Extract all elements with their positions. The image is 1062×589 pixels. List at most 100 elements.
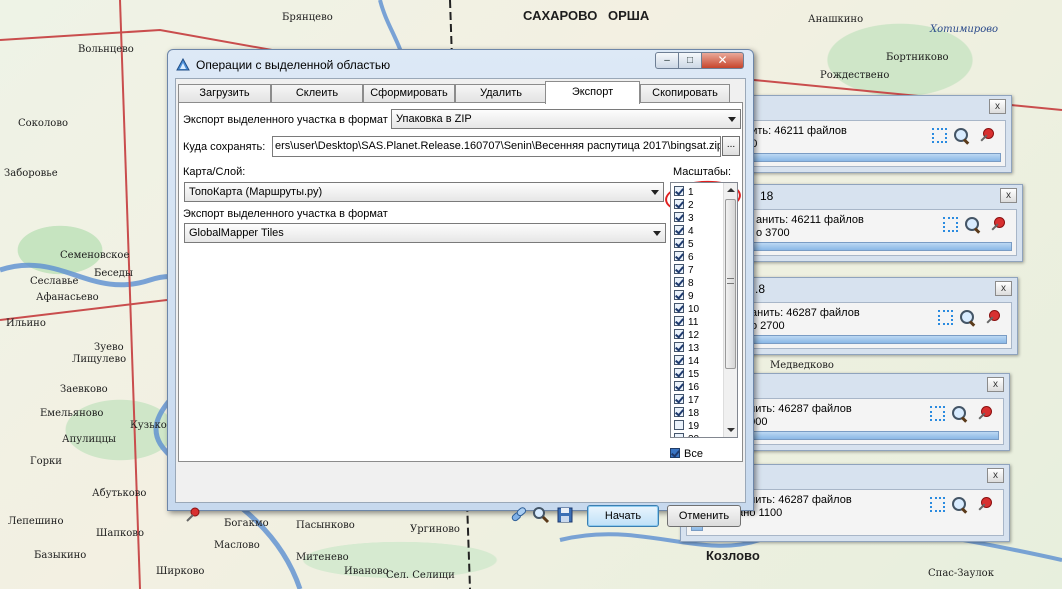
scale-item[interactable]: 5 bbox=[674, 238, 694, 251]
pin-icon[interactable] bbox=[975, 405, 993, 423]
checkbox-icon[interactable] bbox=[674, 407, 684, 417]
progress-close-button[interactable]: x bbox=[987, 468, 1004, 483]
checkbox-icon[interactable] bbox=[674, 420, 684, 430]
scale-item[interactable]: 15 bbox=[674, 368, 699, 381]
scroll-down-icon[interactable] bbox=[727, 428, 735, 432]
checkbox-icon[interactable] bbox=[674, 381, 684, 391]
dialog-titlebar[interactable]: Операции с выделенной областью – □ ✕ bbox=[168, 50, 753, 78]
progress-close-button[interactable]: x bbox=[1000, 188, 1017, 203]
checkbox-icon[interactable] bbox=[674, 199, 684, 209]
tab-generate[interactable]: Сформировать bbox=[363, 84, 455, 103]
map-label: Шапково bbox=[96, 528, 144, 539]
scale-item[interactable]: 14 bbox=[674, 355, 699, 368]
checkbox-icon[interactable] bbox=[674, 433, 684, 437]
checkbox-icon[interactable] bbox=[674, 290, 684, 300]
tab-copy[interactable]: Скопировать bbox=[640, 84, 730, 103]
zoom-icon[interactable] bbox=[532, 506, 550, 524]
scale-item[interactable]: 10 bbox=[674, 303, 699, 316]
tab-stitch[interactable]: Склеить bbox=[271, 84, 363, 103]
pin-icon[interactable] bbox=[983, 309, 1001, 327]
select-all-checkbox[interactable]: Все bbox=[670, 448, 703, 460]
selection-operations-dialog[interactable]: Операции с выделенной областью – □ ✕ Заг… bbox=[167, 49, 754, 527]
scale-label: 17 bbox=[688, 395, 700, 406]
scale-item[interactable]: 6 bbox=[674, 251, 694, 264]
scale-item[interactable]: 12 bbox=[674, 329, 699, 342]
scroll-up-icon[interactable] bbox=[727, 188, 735, 192]
checkbox-icon[interactable] bbox=[674, 277, 684, 287]
checkbox-icon[interactable] bbox=[674, 225, 684, 235]
checkbox-icon[interactable] bbox=[674, 355, 684, 365]
scale-item[interactable]: 20 bbox=[674, 433, 699, 437]
checkbox-icon[interactable] bbox=[674, 212, 684, 222]
checkbox-icon[interactable] bbox=[674, 303, 684, 313]
tab-export[interactable]: Экспорт bbox=[545, 81, 640, 104]
pin-icon[interactable] bbox=[975, 496, 993, 514]
scale-label: 3 bbox=[688, 213, 694, 224]
save-path-value: ers\user\Desktop\SAS.Planet.Release.1607… bbox=[275, 140, 721, 152]
map-label: Пасынково bbox=[296, 520, 355, 531]
map-label: Рождествено bbox=[820, 70, 890, 81]
scroll-thumb[interactable] bbox=[725, 199, 736, 369]
export-format-select[interactable]: Упаковка в ZIP bbox=[391, 109, 741, 129]
inner-format-select[interactable]: GlobalMapper Tiles bbox=[184, 223, 666, 243]
scale-item[interactable]: 2 bbox=[674, 199, 694, 212]
checkbox-icon[interactable] bbox=[674, 316, 684, 326]
pin-icon[interactable] bbox=[184, 506, 202, 524]
map-layer-select[interactable]: ТопоКарта (Маршруты.ру) bbox=[184, 182, 664, 202]
checkbox-icon[interactable] bbox=[670, 448, 680, 458]
scale-item[interactable]: 3 bbox=[674, 212, 694, 225]
cancel-button[interactable]: Отменить bbox=[667, 505, 741, 527]
scale-item[interactable]: 19 bbox=[674, 420, 699, 433]
select-area-icon[interactable] bbox=[930, 497, 945, 512]
chevron-down-icon bbox=[651, 190, 659, 195]
link-icon[interactable] bbox=[510, 506, 528, 524]
checkbox-icon[interactable] bbox=[674, 264, 684, 274]
scale-item[interactable]: 1 bbox=[674, 186, 694, 199]
select-area-icon[interactable] bbox=[943, 217, 958, 232]
checkbox-icon[interactable] bbox=[674, 329, 684, 339]
save-icon[interactable] bbox=[556, 506, 574, 524]
scale-item[interactable]: 17 bbox=[674, 394, 699, 407]
tab-download[interactable]: Загрузить bbox=[178, 84, 271, 103]
pin-icon[interactable] bbox=[988, 216, 1006, 234]
maximize-button[interactable]: □ bbox=[678, 52, 702, 69]
zoom-icon[interactable] bbox=[951, 496, 969, 514]
scale-item[interactable]: 13 bbox=[674, 342, 699, 355]
scales-scrollbar[interactable] bbox=[723, 183, 737, 437]
zoom-icon[interactable] bbox=[959, 309, 977, 327]
checkbox-icon[interactable] bbox=[674, 238, 684, 248]
checkbox-icon[interactable] bbox=[674, 186, 684, 196]
progress-close-button[interactable]: x bbox=[987, 377, 1004, 392]
scale-item[interactable]: 18 bbox=[674, 407, 699, 420]
tab-delete[interactable]: Удалить bbox=[455, 84, 547, 103]
pin-icon[interactable] bbox=[977, 127, 995, 145]
start-button[interactable]: Начать bbox=[587, 505, 659, 527]
checkbox-icon[interactable] bbox=[674, 368, 684, 378]
scale-item[interactable]: 9 bbox=[674, 290, 694, 303]
zoom-icon[interactable] bbox=[953, 127, 971, 145]
select-area-icon[interactable] bbox=[930, 406, 945, 421]
scale-item[interactable]: 8 bbox=[674, 277, 694, 290]
progress-title-fragment: .8 bbox=[755, 282, 766, 296]
scale-item[interactable]: 7 bbox=[674, 264, 694, 277]
progress-close-button[interactable]: x bbox=[989, 99, 1006, 114]
checkbox-icon[interactable] bbox=[674, 342, 684, 352]
minimize-button[interactable]: – bbox=[655, 52, 679, 69]
close-button[interactable]: ✕ bbox=[701, 52, 744, 69]
progress-close-button[interactable]: x bbox=[995, 281, 1012, 296]
save-path-input[interactable]: ers\user\Desktop\SAS.Planet.Release.1607… bbox=[272, 136, 721, 157]
map-label: Богакмо bbox=[224, 518, 269, 529]
select-area-icon[interactable] bbox=[938, 310, 953, 325]
checkbox-icon[interactable] bbox=[674, 251, 684, 261]
checkbox-icon[interactable] bbox=[674, 394, 684, 404]
scale-item[interactable]: 11 bbox=[674, 316, 698, 329]
zoom-icon[interactable] bbox=[964, 216, 982, 234]
browse-button[interactable]: ... bbox=[722, 136, 740, 156]
zoom-icon[interactable] bbox=[951, 405, 969, 423]
select-area-icon[interactable] bbox=[932, 128, 947, 143]
scale-item[interactable]: 16 bbox=[674, 381, 699, 394]
export-format-label: Экспорт выделенного участка в формат bbox=[183, 114, 388, 126]
scale-item[interactable]: 4 bbox=[674, 225, 694, 238]
scales-list[interactable]: 1234567891011121314151617181920 bbox=[670, 182, 738, 438]
map-label: Заборовье bbox=[4, 168, 58, 179]
